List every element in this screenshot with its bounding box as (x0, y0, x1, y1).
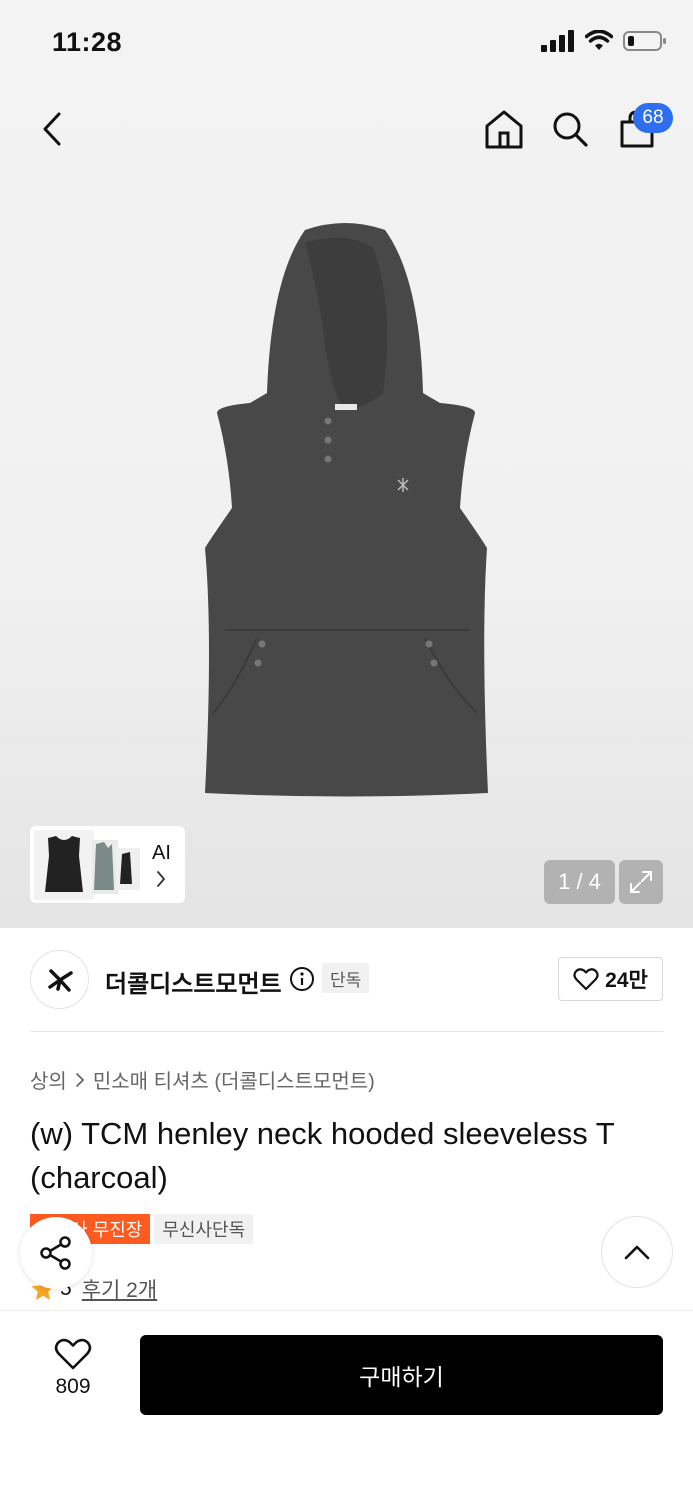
top-nav (0, 96, 693, 166)
cart-count-badge: 68 (633, 103, 673, 133)
status-bar: 11:28 (0, 0, 693, 84)
tag-musinsa-exclusive: 무신사단독 (154, 1214, 254, 1244)
chevron-right-icon (157, 871, 166, 887)
expand-button[interactable] (619, 860, 663, 904)
product-image (205, 223, 488, 797)
ai-label: AI (152, 842, 171, 864)
brand-like-button[interactable]: 24만 (558, 957, 663, 1001)
share-icon (40, 1236, 71, 1270)
wifi-icon (585, 30, 613, 50)
ai-styling-thumbnail[interactable]: AI (30, 826, 185, 903)
ai-thumbnail-image (34, 830, 140, 900)
breadcrumb-category[interactable]: 상의 (30, 1065, 67, 1094)
image-pager: 1 / 4 (544, 860, 615, 904)
home-button[interactable] (474, 96, 534, 162)
exclusive-badge: 단독 (322, 963, 370, 993)
wishlist-button[interactable]: 809 (30, 1337, 116, 1405)
product-title: (w) TCM henley neck hooded sleeveless T … (30, 1116, 615, 1195)
brand-logo-icon (47, 968, 73, 992)
status-time: 11:28 (52, 27, 123, 57)
heart-icon (573, 968, 599, 991)
signal-icon (541, 30, 574, 52)
review-count-link[interactable]: 후기 2개 (82, 1274, 157, 1304)
breadcrumb-subcategory[interactable]: 민소매 티셔츠 (더콜디스트모먼트) (93, 1065, 375, 1094)
brand-logo[interactable] (30, 950, 89, 1009)
share-button[interactable] (20, 1217, 92, 1289)
brand-row: 더콜디스트모먼트 단독 24만 (30, 950, 663, 1010)
divider (30, 1031, 663, 1032)
buy-button[interactable]: 구매하기 (140, 1335, 663, 1415)
back-button[interactable] (22, 96, 82, 162)
status-icons (541, 30, 667, 52)
brand-name[interactable]: 더콜디스트모먼트 (105, 964, 282, 999)
battery-icon (623, 31, 666, 51)
wish-count: 809 (55, 1375, 91, 1398)
brand-like-count: 24만 (605, 969, 648, 992)
search-icon (553, 112, 588, 147)
chevron-up-icon (624, 1245, 650, 1260)
back-icon (43, 112, 61, 146)
expand-icon (630, 871, 652, 893)
breadcrumb: 상의 민소매 티셔츠 (더콜디스트모먼트) (30, 1065, 375, 1094)
bottom-action-bar: 809 구매하기 (0, 1310, 693, 1500)
chevron-right-icon (75, 1072, 85, 1087)
search-button[interactable] (540, 96, 600, 162)
info-icon[interactable] (289, 966, 315, 992)
scroll-top-button[interactable] (601, 1216, 673, 1288)
home-icon (485, 110, 523, 149)
heart-icon (54, 1338, 92, 1370)
